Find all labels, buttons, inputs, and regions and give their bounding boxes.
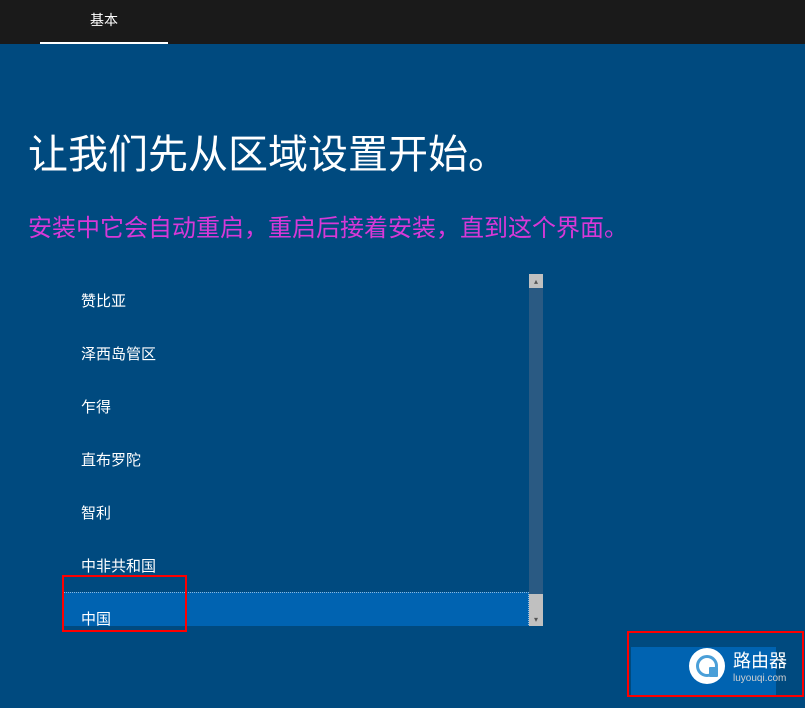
list-item[interactable]: 智利 — [63, 486, 529, 539]
list-item[interactable]: 赞比亚 — [63, 274, 529, 327]
top-bar: 基本 — [0, 0, 805, 44]
scrollbar[interactable]: ▴ ▾ — [529, 274, 543, 626]
yes-button[interactable]: 是 — [631, 647, 776, 695]
instruction-subtitle: 安装中它会自动重启，重启后接着安装，直到这个界面。 — [28, 208, 805, 243]
list-item-selected[interactable]: 中国 — [63, 592, 529, 626]
tab-basic[interactable]: 基本 — [40, 0, 168, 44]
region-list-container: 赞比亚 泽西岛管区 乍得 直布罗陀 智利 中非共和国 中国 ▴ ▾ — [63, 274, 543, 626]
list-item[interactable]: 直布罗陀 — [63, 433, 529, 486]
scroll-thumb[interactable] — [529, 594, 543, 612]
list-item[interactable]: 乍得 — [63, 380, 529, 433]
scroll-down-icon[interactable]: ▾ — [529, 612, 543, 626]
list-item[interactable]: 中非共和国 — [63, 539, 529, 592]
region-list[interactable]: 赞比亚 泽西岛管区 乍得 直布罗陀 智利 中非共和国 中国 — [63, 274, 529, 626]
page-title: 让我们先从区域设置开始。 — [28, 122, 805, 180]
list-item[interactable]: 泽西岛管区 — [63, 327, 529, 380]
scroll-up-icon[interactable]: ▴ — [529, 274, 543, 288]
